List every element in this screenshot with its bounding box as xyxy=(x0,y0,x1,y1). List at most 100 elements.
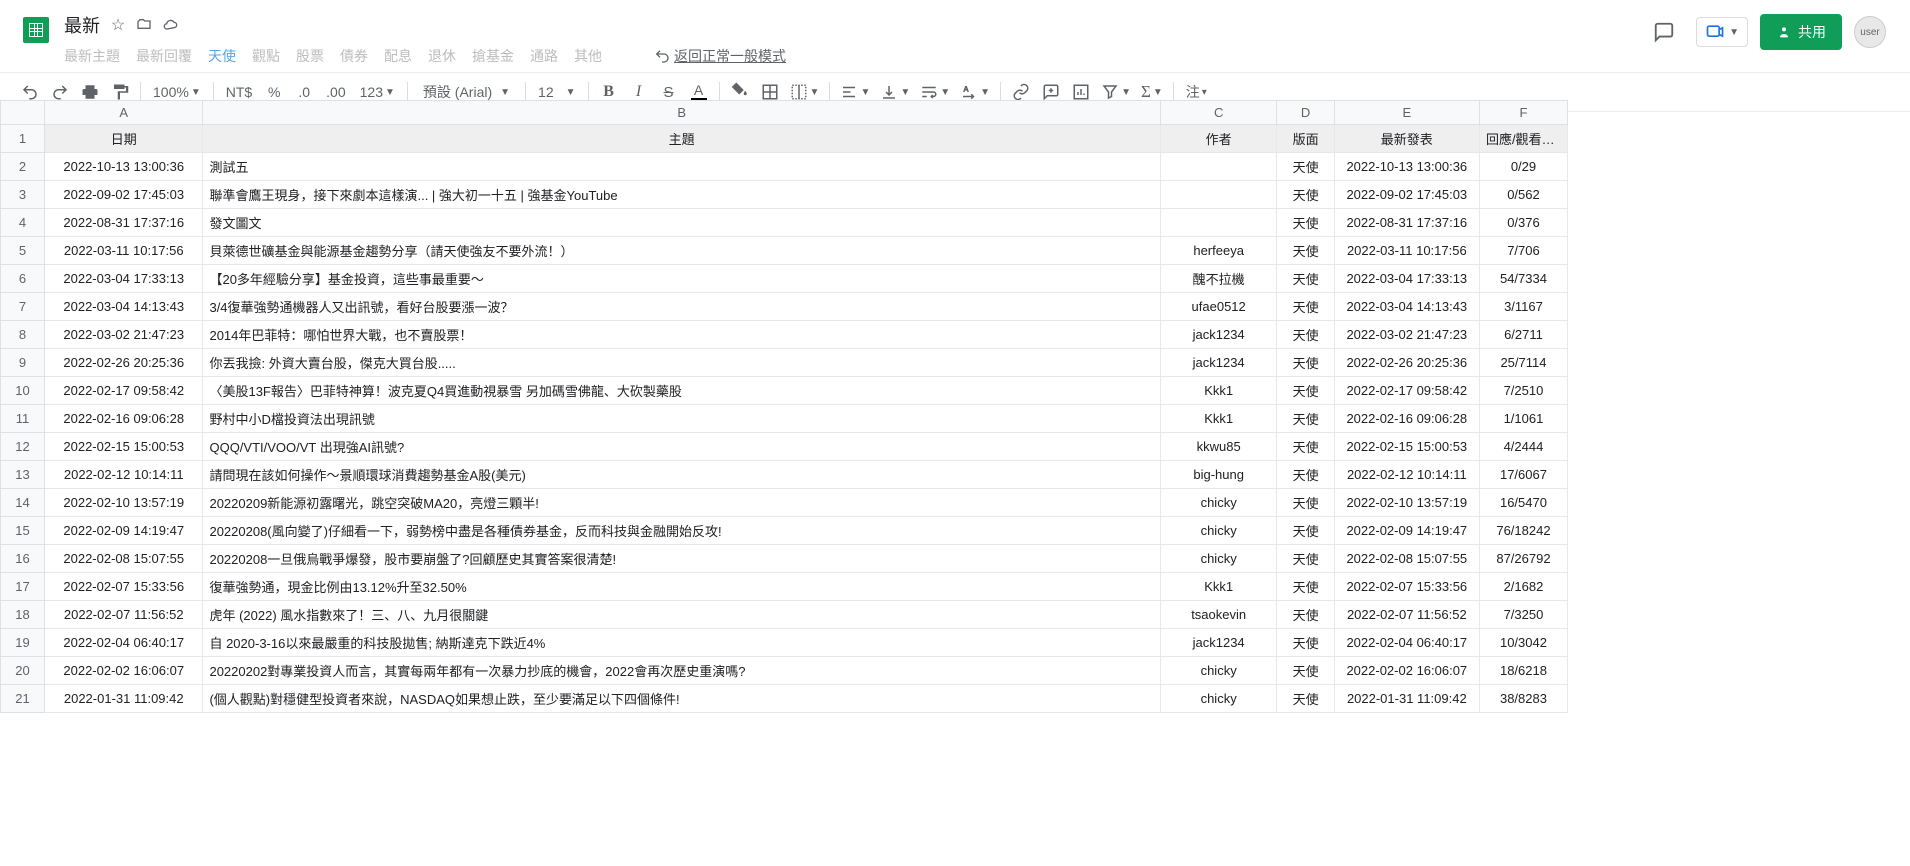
cell[interactable]: 2022-01-31 11:09:42 xyxy=(1334,685,1479,713)
cell[interactable]: 17/6067 xyxy=(1479,461,1567,489)
cell[interactable]: 天使 xyxy=(1277,321,1334,349)
cell[interactable]: 4/2444 xyxy=(1479,433,1567,461)
column-header[interactable]: C xyxy=(1160,101,1277,125)
row-header[interactable]: 1 xyxy=(1,125,45,153)
cell[interactable]: 2022-08-31 17:37:16 xyxy=(1334,209,1479,237)
menubar-item[interactable]: 退休 xyxy=(428,46,456,66)
menubar-item[interactable]: 最新回覆 xyxy=(136,46,192,66)
cell[interactable]: 【20多年經驗分享】基金投資，這些事最重要～ xyxy=(203,265,1160,293)
cell[interactable]: 天使 xyxy=(1277,517,1334,545)
cell[interactable]: 天使 xyxy=(1277,489,1334,517)
cell[interactable]: 2022-02-02 16:06:07 xyxy=(45,657,203,685)
cell[interactable]: 2022-02-02 16:06:07 xyxy=(1334,657,1479,685)
cloud-status-icon[interactable] xyxy=(162,17,178,33)
cell[interactable]: 自 2020-3-16以來最嚴重的科技股拋售; 納斯達克下跌近4% xyxy=(203,629,1160,657)
cell[interactable]: tsaokevin xyxy=(1160,601,1277,629)
menubar-item[interactable]: 最新主題 xyxy=(64,46,120,66)
cell[interactable]: 天使 xyxy=(1277,573,1334,601)
cell[interactable] xyxy=(1160,153,1277,181)
column-header[interactable]: A xyxy=(45,101,203,125)
row-header[interactable]: 4 xyxy=(1,209,45,237)
row-header[interactable]: 3 xyxy=(1,181,45,209)
move-folder-icon[interactable] xyxy=(136,17,152,33)
menubar-item[interactable]: 搶基金 xyxy=(472,46,514,66)
cell[interactable]: 2022-02-12 10:14:11 xyxy=(1334,461,1479,489)
menubar-item[interactable]: 其他 xyxy=(574,46,602,66)
cell[interactable]: 發文圖文 xyxy=(203,209,1160,237)
cell[interactable]: 3/4復華強勢通機器人又出訊號，看好台股要漲一波？ xyxy=(203,293,1160,321)
cell[interactable]: 18/6218 xyxy=(1479,657,1567,685)
cell[interactable]: Kkk1 xyxy=(1160,573,1277,601)
row-header[interactable]: 14 xyxy=(1,489,45,517)
share-button[interactable]: 共用 xyxy=(1760,14,1842,50)
row-header[interactable]: 11 xyxy=(1,405,45,433)
cell[interactable]: 天使 xyxy=(1277,601,1334,629)
cell[interactable]: 2022-09-02 17:45:03 xyxy=(45,181,203,209)
cell[interactable]: 天使 xyxy=(1277,545,1334,573)
row-header[interactable]: 19 xyxy=(1,629,45,657)
cell[interactable]: (個人觀點)對穩健型投資者來說，NASDAQ如果想止跌，至少要滿足以下四個條件! xyxy=(203,685,1160,713)
cell[interactable]: Kkk1 xyxy=(1160,405,1277,433)
cell[interactable]: 7/2510 xyxy=(1479,377,1567,405)
cell[interactable]: 2022-03-11 10:17:56 xyxy=(1334,237,1479,265)
meet-present-button[interactable]: ▼ xyxy=(1696,17,1748,47)
account-avatar[interactable]: user xyxy=(1854,16,1886,48)
cell[interactable]: 2022-02-10 13:57:19 xyxy=(1334,489,1479,517)
cell[interactable]: 20220202對專業投資人而言，其實每兩年都有一次暴力抄底的機會，2022會再… xyxy=(203,657,1160,685)
cell[interactable]: 2022-02-07 11:56:52 xyxy=(1334,601,1479,629)
cell[interactable]: 2/1682 xyxy=(1479,573,1567,601)
cell[interactable]: 2022-08-31 17:37:16 xyxy=(45,209,203,237)
row-header[interactable]: 20 xyxy=(1,657,45,685)
cell[interactable]: 0/562 xyxy=(1479,181,1567,209)
cell[interactable]: 2022-02-15 15:00:53 xyxy=(45,433,203,461)
menubar-item[interactable]: 天使 xyxy=(208,46,236,66)
cell[interactable]: 天使 xyxy=(1277,433,1334,461)
cell[interactable]: 天使 xyxy=(1277,153,1334,181)
cell[interactable]: 2022-02-07 11:56:52 xyxy=(45,601,203,629)
cell[interactable]: 2022-10-13 13:00:36 xyxy=(45,153,203,181)
cell[interactable]: 2022-02-10 13:57:19 xyxy=(45,489,203,517)
cell[interactable]: 76/18242 xyxy=(1479,517,1567,545)
cell[interactable]: 2022-03-02 21:47:23 xyxy=(45,321,203,349)
cell[interactable]: 2022-02-08 15:07:55 xyxy=(1334,545,1479,573)
cell[interactable]: 2022-03-02 21:47:23 xyxy=(1334,321,1479,349)
cell[interactable]: 天使 xyxy=(1277,265,1334,293)
header-cell[interactable]: 回應/觀看次數 xyxy=(1479,125,1567,153)
header-cell[interactable]: 主題 xyxy=(203,125,1160,153)
cell[interactable]: 2014年巴菲特：哪怕世界大戰，也不賣股票！ xyxy=(203,321,1160,349)
star-icon[interactable]: ☆ xyxy=(110,17,126,33)
cell[interactable]: 醜不拉機 xyxy=(1160,265,1277,293)
cell[interactable]: QQQ/VTI/VOO/VT 出現強AI訊號? xyxy=(203,433,1160,461)
cell[interactable]: 〈美股13F報告〉巴菲特神算！波克夏Q4買進動視暴雪 另加碼雪佛龍、大砍製藥股 xyxy=(203,377,1160,405)
menubar-item[interactable]: 通路 xyxy=(530,46,558,66)
cell[interactable]: 2022-02-16 09:06:28 xyxy=(45,405,203,433)
cell[interactable]: 7/3250 xyxy=(1479,601,1567,629)
cell[interactable]: 38/8283 xyxy=(1479,685,1567,713)
cell[interactable]: 復華強勢通，現金比例由13.12%升至32.50% xyxy=(203,573,1160,601)
row-header[interactable]: 2 xyxy=(1,153,45,181)
cell[interactable]: 2022-03-04 14:13:43 xyxy=(45,293,203,321)
cell[interactable]: 2022-02-07 15:33:56 xyxy=(1334,573,1479,601)
cell[interactable]: 天使 xyxy=(1277,657,1334,685)
cell[interactable]: 2022-02-12 10:14:11 xyxy=(45,461,203,489)
cell[interactable]: jack1234 xyxy=(1160,629,1277,657)
row-header[interactable]: 13 xyxy=(1,461,45,489)
cell[interactable]: chicky xyxy=(1160,685,1277,713)
cell[interactable]: 天使 xyxy=(1277,629,1334,657)
row-header[interactable]: 16 xyxy=(1,545,45,573)
menubar-item[interactable]: 股票 xyxy=(296,46,324,66)
cell[interactable]: 16/5470 xyxy=(1479,489,1567,517)
cell[interactable]: 2022-02-26 20:25:36 xyxy=(1334,349,1479,377)
cell[interactable] xyxy=(1160,209,1277,237)
cell[interactable]: Kkk1 xyxy=(1160,377,1277,405)
cell[interactable]: 2022-02-04 06:40:17 xyxy=(45,629,203,657)
cell[interactable]: 天使 xyxy=(1277,685,1334,713)
return-normal-mode-link[interactable]: 返回正常一般模式 xyxy=(654,46,786,66)
cell[interactable]: jack1234 xyxy=(1160,321,1277,349)
cell[interactable]: 天使 xyxy=(1277,377,1334,405)
cell[interactable]: 7/706 xyxy=(1479,237,1567,265)
cell[interactable]: 天使 xyxy=(1277,209,1334,237)
cell[interactable]: 天使 xyxy=(1277,405,1334,433)
cell[interactable]: 請問現在該如何操作～景順環球消費趨勢基金A股(美元) xyxy=(203,461,1160,489)
cell[interactable]: 2022-02-08 15:07:55 xyxy=(45,545,203,573)
